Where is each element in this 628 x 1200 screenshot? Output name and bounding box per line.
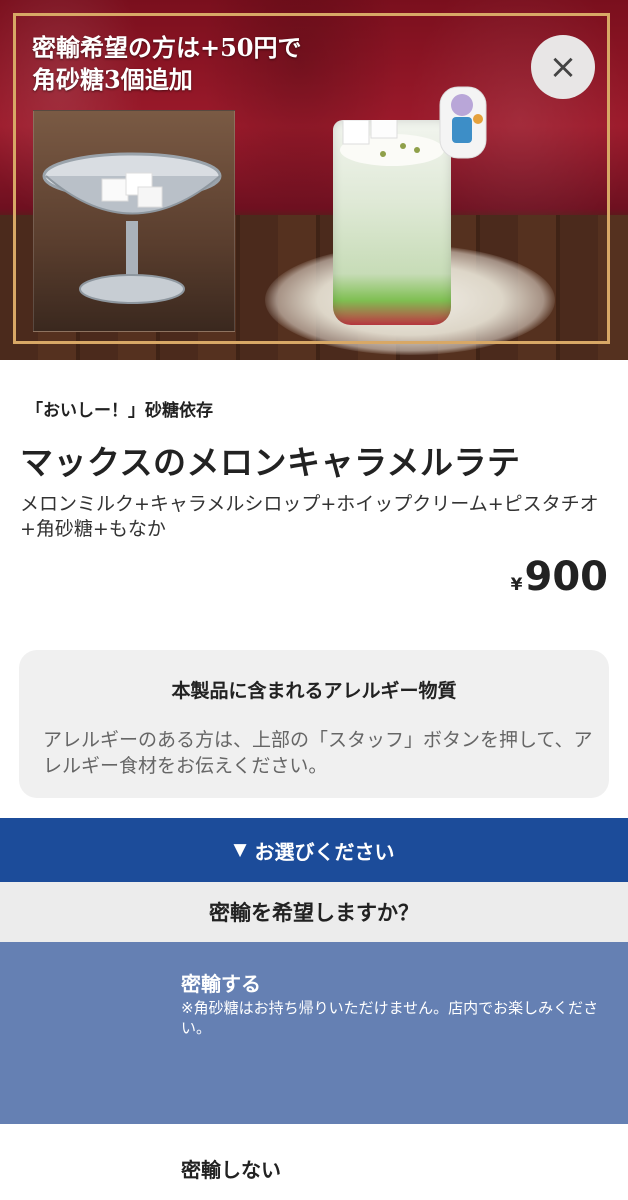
option-smuggle-no[interactable]: 密輸しない: [0, 1130, 628, 1200]
currency-symbol: ¥: [510, 575, 523, 595]
close-icon: ×: [548, 47, 578, 87]
allergy-info-card: 本製品に含まれるアレルギー物質 アレルギーのある方は、上部の「スタッフ」ボタンを…: [19, 650, 609, 798]
hero-caption: 密輸希望の方は+50円で 角砂糖3個追加: [32, 32, 362, 96]
option-question: 密輸を希望しますか？: [0, 882, 628, 942]
product-title: マックスのメロンキャラメルラテ: [20, 443, 521, 482]
hero-caption-line-2: 角砂糖3個追加: [32, 65, 193, 94]
price-value: 900: [524, 554, 609, 600]
option-label: 密輸する: [181, 972, 261, 996]
close-button[interactable]: ×: [531, 35, 595, 99]
option-section-header: ▼ お選びください: [0, 818, 628, 882]
allergy-title: 本製品に含まれるアレルギー物質: [171, 680, 457, 702]
option-smuggle-yes[interactable]: 密輸する ※角砂糖はお持ち帰りいただけません。店内でお楽しみください。: [0, 942, 628, 1124]
product-description: メロンミルク+キャラメルシロップ+ホイップクリーム+ピスタチオ+角砂糖+もなか: [20, 493, 599, 540]
option-note: ※角砂糖はお持ち帰りいただけません。店内でお楽しみください。: [181, 999, 599, 1037]
allergy-text: アレルギーのある方は、上部の「スタッフ」ボタンを押して、アレルギー食材をお伝えく…: [43, 729, 593, 777]
option-label: 密輸しない: [181, 1158, 281, 1182]
option-section-label: お選びください: [254, 839, 395, 864]
product-hero-image: 密輸希望の方は+50円で 角砂糖3個追加 ×: [0, 0, 628, 360]
product-price: ¥ 900: [511, 554, 608, 600]
product-subtitle: 「おいしー！」砂糖依存: [26, 401, 213, 421]
hero-caption-line-1: 密輸希望の方は+50円で: [32, 33, 302, 62]
triangle-down-icon: ▼: [233, 840, 247, 860]
